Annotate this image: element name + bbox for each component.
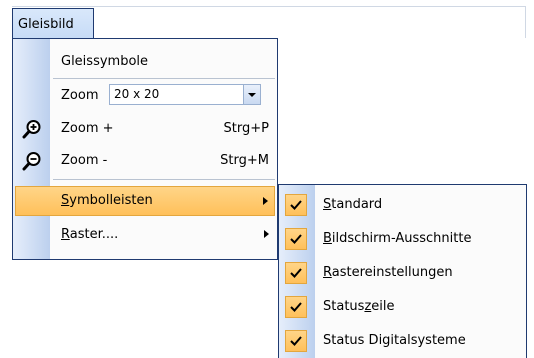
symbolleisten-submenu: Standard Bildschirm-Ausschnitte Rasterei… [278, 184, 527, 358]
menu-item-label: Symbolleisten [61, 187, 153, 215]
menu-item-shortcut: Strg+M [220, 153, 269, 168]
menubar-border [12, 6, 526, 7]
menu-item-label: Zoom [61, 88, 99, 103]
submenu-item-status-digitalsysteme[interactable]: Status Digitalsysteme [279, 324, 526, 357]
menu-item-raster[interactable]: Raster.... [13, 219, 277, 250]
label-rest: ildschirm-Ausschnitte [331, 231, 472, 246]
menu-title-label: Gleisbild [18, 16, 74, 32]
mnemonic-letter: B [323, 231, 332, 246]
submenu-item-standard[interactable]: Standard [279, 188, 526, 221]
label-pre: Status [323, 299, 365, 314]
submenu-item-label: Bildschirm-Ausschnitte [323, 222, 471, 255]
menu-item-label: Zoom + [61, 121, 114, 136]
menu-item-shortcut: Strg+P [223, 121, 269, 136]
checkmark-icon [285, 194, 307, 216]
menu-item-zoom: Zoom 20 x 20 [13, 80, 277, 111]
checkmark-icon [285, 228, 307, 250]
zoom-out-icon [22, 151, 42, 171]
menu-item-symbolleisten[interactable]: Symbolleisten [15, 186, 275, 216]
mnemonic-letter: R [61, 227, 70, 242]
menu-item-label: Gleissymbole [61, 54, 149, 69]
checkmark-icon [285, 330, 307, 352]
submenu-item-bildschirm-ausschnitte[interactable]: Bildschirm-Ausschnitte [279, 222, 526, 255]
label-rest: aster.... [69, 227, 119, 242]
menu-item-label: Raster.... [61, 219, 118, 250]
submenu-item-label: Status Digitalsysteme [323, 333, 466, 348]
menu-separator [53, 78, 275, 79]
menu-item-zoom-out[interactable]: Zoom - Strg+M [13, 145, 277, 176]
submenu-item-label: Statuszeile [323, 290, 395, 323]
chevron-right-icon [264, 230, 269, 238]
menu-gleisbild[interactable]: Gleisbild [12, 8, 94, 39]
menu-item-gleissymbole[interactable]: Gleissymbole [13, 46, 277, 77]
checkmark-icon [285, 262, 307, 284]
menubar-border-right [525, 6, 526, 38]
checkmark-icon [285, 296, 307, 318]
zoom-select[interactable]: 20 x 20 [109, 84, 261, 105]
menu-separator [53, 179, 275, 180]
chevron-down-icon[interactable] [243, 85, 260, 104]
label-rest: ymbolleisten [69, 193, 153, 208]
label-rest: tandard [331, 197, 383, 212]
label-post: eile [371, 299, 395, 314]
submenu-item-statuszeile[interactable]: Statuszeile [279, 290, 526, 323]
submenu-item-label: Standard [323, 188, 382, 221]
chevron-right-icon [263, 197, 268, 205]
zoom-select-value: 20 x 20 [114, 87, 160, 101]
mnemonic-letter: R [323, 265, 332, 280]
menu-item-zoom-in[interactable]: Zoom + Strg+P [13, 113, 277, 144]
submenu-item-rastereinstellungen[interactable]: Rastereinstellungen [279, 256, 526, 289]
menu-item-label: Zoom - [61, 153, 108, 168]
zoom-in-icon [22, 119, 42, 139]
submenu-item-label: Rastereinstellungen [323, 256, 453, 289]
gleisbild-dropdown: Gleissymbole Zoom 20 x 20 Zoom + Strg+P [12, 38, 278, 260]
label-rest: astereinstellungen [331, 265, 453, 280]
